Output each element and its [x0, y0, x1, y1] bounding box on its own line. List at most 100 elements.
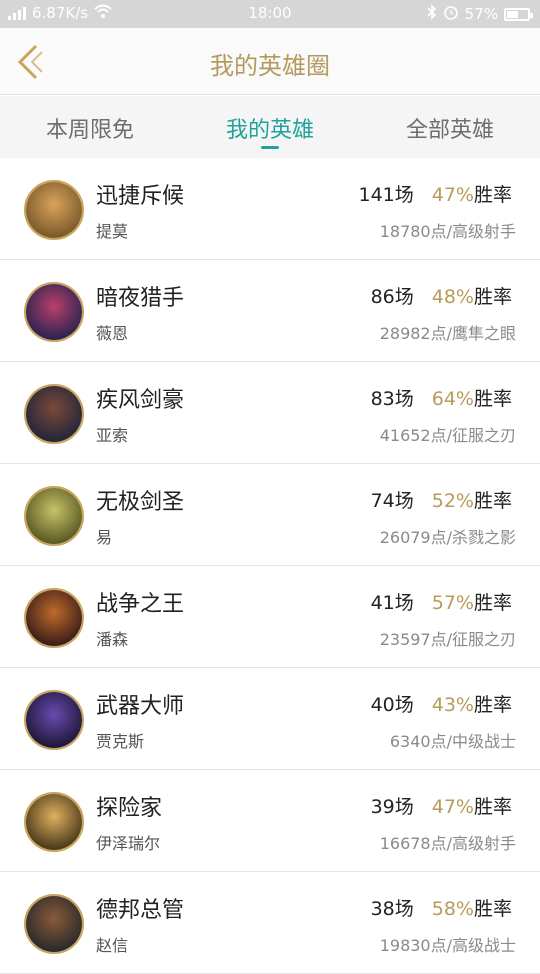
hero-name: 无极剑圣: [96, 490, 185, 515]
tab-weekly-free[interactable]: 本周限免: [0, 96, 180, 158]
win-rate-label: 胜率: [473, 388, 512, 410]
games-count: 39场: [370, 796, 414, 818]
hero-list: 迅捷斥候 提莫 141场 47%胜率 18780点/高级射手 暗夜猎手 薇恩 8…: [0, 158, 540, 974]
win-rate-label: 胜率: [473, 184, 512, 206]
hero-name: 战争之王: [96, 592, 185, 617]
hero-stats: 83场 64%胜率: [371, 384, 512, 411]
hero-points-rank: 26079点/杀戮之影: [379, 528, 516, 547]
hero-avatar: [24, 384, 84, 444]
hero-name: 探险家: [96, 796, 163, 821]
win-rate-label: 胜率: [473, 898, 512, 920]
hero-portrait-icon: [26, 488, 82, 544]
hero-stats: 41场 57%胜率: [371, 588, 512, 615]
win-rate-label: 胜率: [473, 592, 512, 614]
win-rate-value: 57%: [431, 592, 474, 614]
hero-row[interactable]: 暗夜猎手 薇恩 86场 48%胜率 28982点/鹰隼之眼: [0, 260, 540, 362]
tab-all-heroes[interactable]: 全部英雄: [360, 96, 540, 158]
hero-avatar: [24, 588, 84, 648]
win-rate: 58%胜率: [432, 894, 512, 921]
tab-my-heroes[interactable]: 我的英雄: [180, 96, 360, 158]
hero-title: 亚索: [96, 426, 129, 445]
win-rate: 57%胜率: [432, 588, 512, 615]
hero-points-rank: 18780点/高级射手: [379, 222, 516, 241]
hero-title: 伊泽瑞尔: [96, 834, 161, 853]
hero-points-rank: 41652点/征服之刃: [379, 426, 516, 445]
hero-row[interactable]: 疾风剑豪 亚索 83场 64%胜率 41652点/征服之刃: [0, 362, 540, 464]
win-rate-label: 胜率: [473, 796, 512, 818]
games-count: 86场: [370, 286, 414, 308]
hero-name: 迅捷斥候: [96, 184, 185, 209]
hero-row[interactable]: 战争之王 潘森 41场 57%胜率 23597点/征服之刃: [0, 566, 540, 668]
games-count: 38场: [370, 898, 414, 920]
hero-name: 暗夜猎手: [96, 286, 185, 311]
hero-portrait-icon: [26, 692, 82, 748]
hero-portrait-icon: [26, 284, 82, 340]
hero-name: 德邦总管: [96, 898, 185, 923]
win-rate-value: 47%: [431, 184, 474, 206]
hero-avatar: [24, 282, 84, 342]
hero-stats: 74场 52%胜率: [371, 486, 512, 513]
win-rate-label: 胜率: [473, 286, 512, 308]
hero-row[interactable]: 德邦总管 赵信 38场 58%胜率 19830点/高级战士: [0, 872, 540, 974]
hero-points-rank: 6340点/中级战士: [389, 732, 516, 751]
hero-title: 贾克斯: [96, 732, 145, 751]
win-rate: 52%胜率: [432, 486, 512, 513]
games-count: 41场: [370, 592, 414, 614]
status-bar: 6.87K/s 18:00 57%: [0, 0, 540, 28]
games-count: 74场: [370, 490, 414, 512]
hero-portrait-icon: [26, 794, 82, 850]
battery-fill: [507, 10, 519, 18]
hero-stats: 40场 43%胜率: [371, 690, 512, 717]
hero-avatar: [24, 486, 84, 546]
win-rate: 43%胜率: [432, 690, 512, 717]
hero-stats: 38场 58%胜率: [371, 894, 512, 921]
hero-points-rank: 19830点/高级战士: [379, 936, 516, 955]
bluetooth-icon: [427, 4, 437, 24]
hero-points-rank: 23597点/征服之刃: [379, 630, 516, 649]
games-count: 40场: [370, 694, 414, 716]
win-rate: 47%胜率: [432, 792, 512, 819]
win-rate-value: 47%: [431, 796, 474, 818]
hero-title: 潘森: [96, 630, 129, 649]
hero-portrait-icon: [26, 182, 82, 238]
win-rate-value: 48%: [431, 286, 474, 308]
battery-icon: [504, 7, 533, 21]
alarm-icon: [443, 4, 459, 24]
hero-avatar: [24, 180, 84, 240]
hero-portrait-icon: [26, 386, 82, 442]
win-rate-value: 64%: [431, 388, 474, 410]
hero-stats: 86场 48%胜率: [371, 282, 512, 309]
win-rate-value: 58%: [431, 898, 474, 920]
hero-avatar: [24, 894, 84, 954]
battery-percent: 57%: [464, 5, 498, 23]
win-rate-label: 胜率: [473, 694, 512, 716]
win-rate: 47%胜率: [432, 180, 512, 207]
hero-title: 提莫: [96, 222, 129, 241]
hero-avatar: [24, 690, 84, 750]
games-count: 83场: [370, 388, 414, 410]
win-rate: 48%胜率: [432, 282, 512, 309]
tab-bar: 本周限免 我的英雄 全部英雄: [0, 96, 540, 158]
hero-stats: 39场 47%胜率: [371, 792, 512, 819]
hero-name: 武器大师: [96, 694, 185, 719]
hero-title: 易: [96, 528, 113, 547]
hero-title: 薇恩: [96, 324, 129, 343]
games-count: 141场: [358, 184, 414, 206]
hero-points-rank: 16678点/高级射手: [379, 834, 516, 853]
win-rate: 64%胜率: [432, 384, 512, 411]
win-rate-value: 43%: [431, 694, 474, 716]
hero-row[interactable]: 探险家 伊泽瑞尔 39场 47%胜率 16678点/高级射手: [0, 770, 540, 872]
hero-portrait-icon: [26, 896, 82, 952]
hero-title: 赵信: [96, 936, 129, 955]
hero-stats: 141场 47%胜率: [358, 180, 512, 207]
win-rate-label: 胜率: [473, 490, 512, 512]
hero-portrait-icon: [26, 590, 82, 646]
hero-avatar: [24, 792, 84, 852]
page-title: 我的英雄圈: [210, 52, 330, 80]
hero-row[interactable]: 无极剑圣 易 74场 52%胜率 26079点/杀戮之影: [0, 464, 540, 566]
hero-row[interactable]: 武器大师 贾克斯 40场 43%胜率 6340点/中级战士: [0, 668, 540, 770]
hero-points-rank: 28982点/鹰隼之眼: [379, 324, 516, 343]
hero-name: 疾风剑豪: [96, 388, 185, 413]
title-bar: 我的英雄圈: [0, 28, 540, 95]
hero-row[interactable]: 迅捷斥候 提莫 141场 47%胜率 18780点/高级射手: [0, 158, 540, 260]
